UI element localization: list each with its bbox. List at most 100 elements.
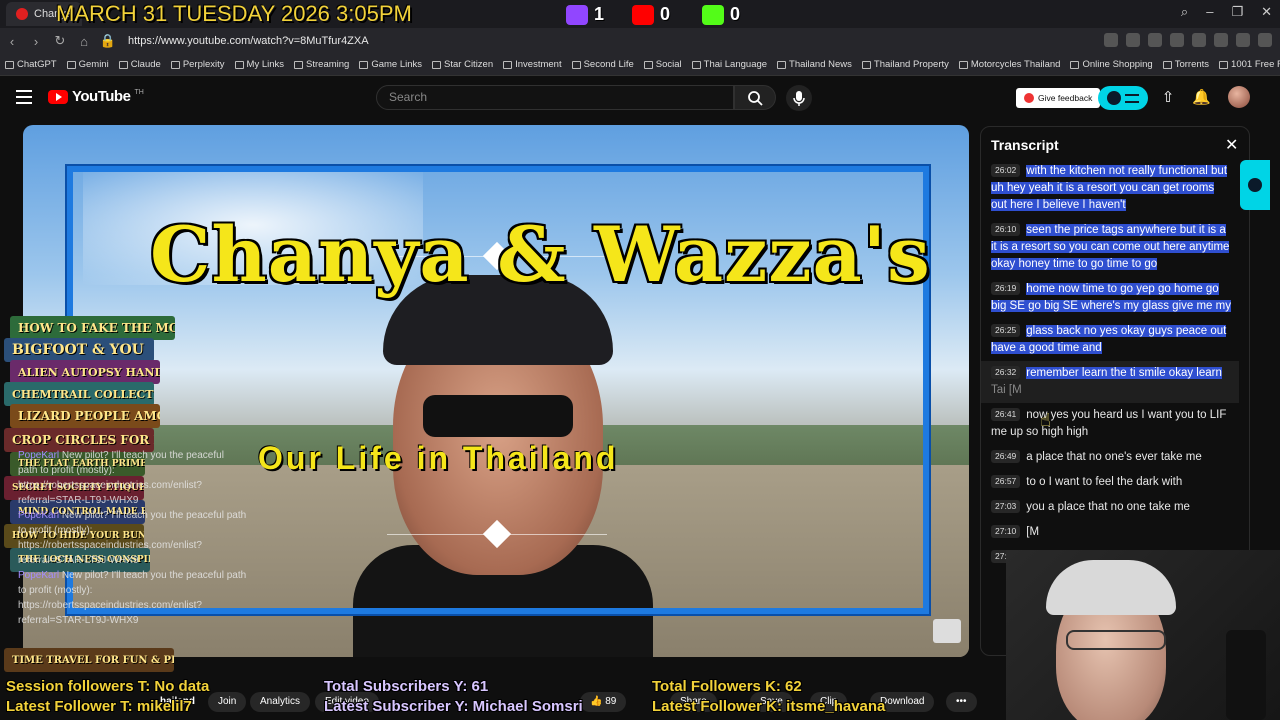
- back-icon[interactable]: ‹: [0, 34, 24, 49]
- transcript-timestamp[interactable]: 27:03: [991, 500, 1021, 513]
- extension-icon[interactable]: [1236, 33, 1250, 47]
- like-count: 89: [605, 696, 617, 707]
- transcript-timestamp[interactable]: 26:10: [991, 223, 1021, 236]
- webcam-microphone: [1226, 630, 1266, 720]
- extension-toggle-button[interactable]: [1098, 86, 1148, 110]
- close-window-icon[interactable]: ✕: [1261, 4, 1272, 20]
- extension-icon[interactable]: [1148, 33, 1162, 47]
- book-spine: ALIEN AUTOPSY HANDBOOK: [10, 360, 160, 384]
- transcript-segment[interactable]: 26:19 home now time to go yep go home go …: [981, 277, 1239, 319]
- join-button[interactable]: Join: [208, 692, 247, 712]
- transcript-text: with the kitchen not really functional b…: [991, 165, 1228, 211]
- bookmark-label: Online Shopping: [1082, 59, 1153, 70]
- analytics-button[interactable]: Analytics: [250, 692, 311, 712]
- give-feedback-button[interactable]: Give feedback: [1016, 88, 1101, 108]
- extension-icon[interactable]: [1192, 33, 1206, 47]
- upload-icon[interactable]: ⇧: [1160, 88, 1176, 106]
- bookmark-item[interactable]: Torrents: [1158, 59, 1214, 70]
- extension-icon[interactable]: [1104, 33, 1118, 47]
- transcript-segment[interactable]: 26:57 to o I want to feel the dark with: [981, 470, 1239, 495]
- bookmark-item[interactable]: Thailand Property: [857, 59, 954, 70]
- transcript-timestamp[interactable]: 26:57: [991, 475, 1021, 488]
- transcript-timestamp[interactable]: 26:41: [991, 408, 1021, 421]
- transcript-timestamp[interactable]: 26:32: [991, 366, 1021, 379]
- chat-username: PopeKarl: [18, 450, 60, 461]
- search-icon[interactable]: ⌕: [1181, 4, 1188, 20]
- bookmark-item[interactable]: ChatGPT: [0, 59, 62, 70]
- reload-icon[interactable]: ↻: [48, 33, 72, 49]
- book-spine: CHEMTRAIL COLLECTION GUIDE: [4, 382, 154, 406]
- bookmark-item[interactable]: Claude: [114, 59, 166, 70]
- like-button[interactable]: 👍 89: [580, 692, 627, 712]
- youtube-favicon-icon: [16, 8, 28, 20]
- chat-text: https://robertsspaceindustries.com/enlis…: [18, 540, 202, 551]
- chat-line: https://robertsspaceindustries.com/enlis…: [18, 598, 298, 613]
- transcript-segment[interactable]: 26:49 a place that no one's ever take me: [981, 445, 1239, 470]
- avatar[interactable]: [1228, 86, 1250, 108]
- bookmark-item[interactable]: Streaming: [289, 59, 354, 70]
- bookmark-item[interactable]: Second Life: [567, 59, 639, 70]
- transcript-segment[interactable]: 26:41 now yes you heard us I want you to …: [981, 403, 1239, 445]
- channel-title: Chanya & Wazza's: [150, 210, 931, 299]
- menu-icon[interactable]: [16, 90, 32, 104]
- restore-icon[interactable]: ❐: [1231, 4, 1243, 20]
- home-icon[interactable]: ⌂: [72, 34, 96, 49]
- bookmark-item[interactable]: Thailand News: [772, 59, 857, 70]
- bookmark-item[interactable]: Gemini: [62, 59, 114, 70]
- transcript-timestamp[interactable]: 26:02: [991, 164, 1021, 177]
- subscribe-watermark[interactable]: [933, 619, 961, 643]
- extension-icon[interactable]: [1258, 33, 1272, 47]
- transcript-segment[interactable]: 26:10 seen the price tags anywhere but it…: [981, 218, 1239, 277]
- extension-icon[interactable]: [1126, 33, 1140, 47]
- total-subscribers-stat: Total Subscribers Y: 61: [324, 678, 489, 695]
- url-field[interactable]: https://www.youtube.com/watch?v=8MuTfur4…: [128, 35, 369, 47]
- transcript-timestamp[interactable]: 27:10: [991, 525, 1021, 538]
- voice-search-button[interactable]: [786, 85, 812, 111]
- folder-icon: [294, 60, 304, 69]
- transcript-segment[interactable]: 26:32 remember learn the ti smile okay le…: [981, 361, 1239, 403]
- youtube-logo[interactable]: YouTube TH: [48, 88, 144, 105]
- folder-icon: [503, 60, 513, 69]
- bookmark-item[interactable]: Social: [639, 59, 687, 70]
- folder-icon: [5, 60, 14, 69]
- transcript-timestamp[interactable]: 26:49: [991, 450, 1021, 463]
- youtube-wordmark: YouTube: [72, 88, 131, 105]
- bookmark-item[interactable]: Investment: [498, 59, 566, 70]
- extension-icon[interactable]: [1214, 33, 1228, 47]
- transcript-segment[interactable]: 27:03 you a place that no one take me: [981, 495, 1239, 520]
- search-input[interactable]: Search: [376, 85, 734, 110]
- notifications-bell-icon[interactable]: 🔔: [1192, 88, 1211, 106]
- transcript-text: home now time to go yep go home go big S…: [991, 283, 1231, 312]
- bookmark-item[interactable]: Game Links: [354, 59, 427, 70]
- chat-text: to profit (mostly):: [18, 525, 93, 536]
- extension-side-button[interactable]: [1240, 160, 1270, 210]
- more-actions-icon[interactable]: •••: [946, 692, 977, 712]
- kick-counter: 0: [702, 4, 740, 25]
- transcript-segment[interactable]: 27:10 [M: [981, 520, 1239, 545]
- forward-icon[interactable]: ›: [24, 34, 48, 49]
- transcript-segment[interactable]: 26:25 glass back no yes okay guys peace o…: [981, 319, 1239, 361]
- minimize-icon[interactable]: –: [1206, 4, 1213, 20]
- transcript-text: you a place that no one take me: [1026, 501, 1190, 513]
- bookmark-label: ChatGPT: [17, 59, 57, 70]
- book-spine: TIME TRAVEL FOR FUN & PROFIT: [4, 648, 174, 672]
- bookmark-item[interactable]: Thai Language: [687, 59, 772, 70]
- close-icon[interactable]: ✕: [1225, 135, 1238, 155]
- transcript-segment[interactable]: 26:02 with the kitchen not really functio…: [981, 159, 1239, 218]
- bookmark-item[interactable]: Perplexity: [166, 59, 230, 70]
- bookmark-item[interactable]: Motorcycles Thailand: [954, 59, 1066, 70]
- mouse-cursor-icon: ☝: [1040, 410, 1051, 430]
- transcript-timestamp[interactable]: 26:25: [991, 324, 1021, 337]
- bookmark-item[interactable]: Star Citizen: [427, 59, 498, 70]
- transcript-timestamp[interactable]: 26:19: [991, 282, 1021, 295]
- bookmark-item[interactable]: 1001 Free Fonts: [1214, 59, 1280, 70]
- extension-icon[interactable]: [1170, 33, 1184, 47]
- search-button[interactable]: [734, 85, 776, 110]
- twitch-icon: [566, 4, 588, 25]
- bookmark-item[interactable]: Online Shopping: [1065, 59, 1157, 70]
- bookmark-item[interactable]: My Links: [230, 59, 289, 70]
- book-spine: BIGFOOT & YOU: [4, 338, 154, 362]
- transcript-title: Transcript: [991, 137, 1059, 153]
- channel-subtitle: Our Life in Thailand: [258, 440, 619, 476]
- webcam-person-glasses: [1066, 630, 1166, 650]
